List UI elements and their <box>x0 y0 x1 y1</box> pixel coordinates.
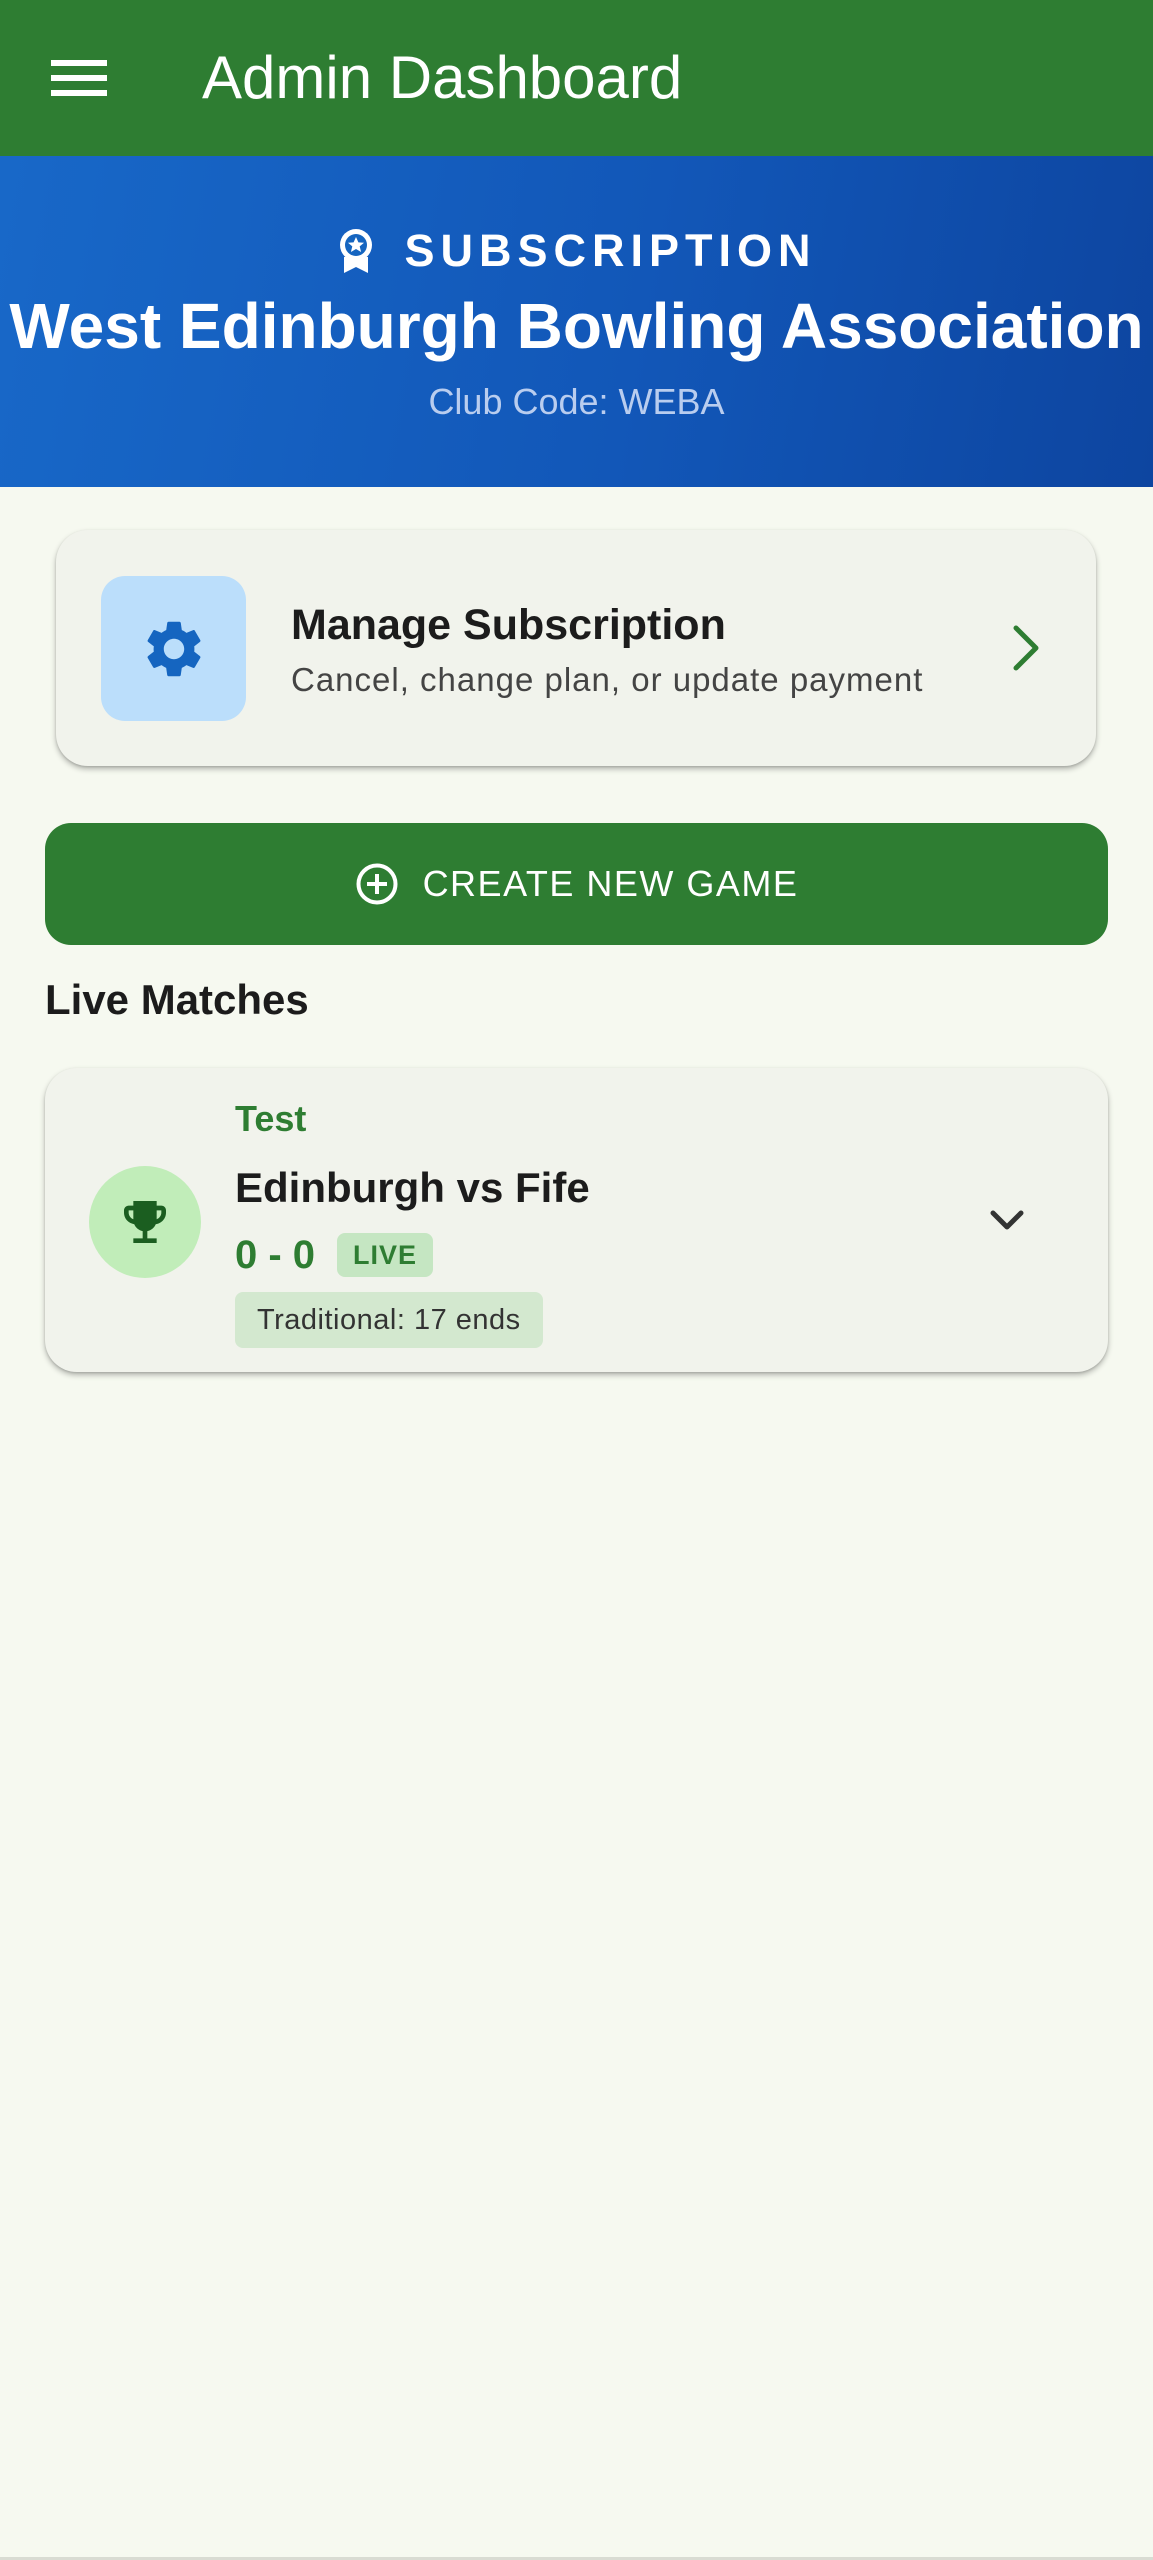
chevron-right-icon <box>1013 625 1039 671</box>
manage-subscription-card[interactable]: Manage Subscription Cancel, change plan,… <box>56 530 1096 766</box>
trophy-avatar <box>89 1166 201 1278</box>
gear-icon <box>147 621 200 676</box>
club-name: West Edinburgh Bowling Association <box>9 290 1144 362</box>
score-row: 0 - 0 LIVE <box>235 1230 434 1280</box>
match-teams: Edinburgh vs Fife <box>235 1164 590 1211</box>
match-tag: Test <box>235 1098 307 1139</box>
create-new-game-label: CREATE NEW GAME <box>422 863 799 904</box>
club-code: Club Code: WEBA <box>428 381 725 422</box>
page-title: Admin Dashboard <box>202 44 683 111</box>
app-bar: Admin Dashboard <box>0 0 1153 156</box>
manage-subscription-title: Manage Subscription <box>291 601 726 649</box>
subscription-heading: SUBSCRIPTION <box>0 216 1153 286</box>
hamburger-menu-icon <box>51 60 107 96</box>
award-badge-icon <box>340 229 373 273</box>
live-matches-heading: Live Matches <box>45 976 309 1023</box>
subscription-banner: SUBSCRIPTION West Edinburgh Bowling Asso… <box>0 156 1153 487</box>
add-circle-icon <box>356 863 398 905</box>
create-new-game-button[interactable]: CREATE NEW GAME <box>45 823 1108 945</box>
match-format-badge: Traditional: 17 ends <box>235 1292 543 1348</box>
menu-button[interactable] <box>40 44 118 112</box>
expand-match-button[interactable] <box>975 1188 1039 1252</box>
gear-tile <box>101 576 246 721</box>
manage-subscription-subtitle: Cancel, change plan, or update payment <box>291 661 924 698</box>
match-score: 0 - 0 <box>235 1233 316 1277</box>
chevron-down-icon <box>990 1210 1024 1230</box>
live-status-badge: LIVE <box>337 1233 434 1277</box>
subscription-label: SUBSCRIPTION <box>404 225 817 276</box>
manage-subscription-chevron <box>996 618 1056 678</box>
match-card[interactable]: Test Edinburgh vs Fife 0 - 0 LIVE Tradit… <box>45 1068 1108 1372</box>
trophy-icon <box>124 1201 166 1243</box>
